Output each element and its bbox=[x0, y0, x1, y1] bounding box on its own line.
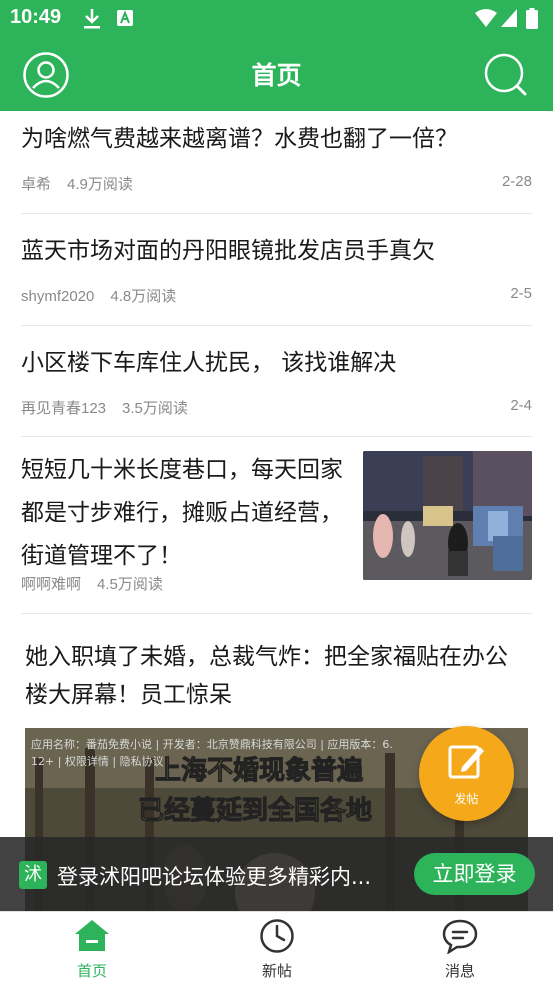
edit-icon bbox=[448, 743, 486, 787]
post-date: 2-28 bbox=[501, 173, 532, 190]
post-meta: 再见青春123 3.5万阅读 bbox=[21, 397, 188, 418]
signal-icon bbox=[500, 8, 518, 32]
post-author: 卓希 bbox=[21, 176, 52, 193]
post-reads: 4.8万阅读 bbox=[110, 288, 177, 305]
post-reads: 4.9万阅读 bbox=[67, 176, 133, 193]
home-icon bbox=[73, 920, 111, 958]
post-reads: 4.5万阅读 bbox=[97, 576, 163, 593]
post-author: shymf2020 bbox=[21, 288, 95, 305]
bottom-tab-bar: 首页 新帖 消息 bbox=[0, 911, 553, 984]
search-button[interactable] bbox=[481, 50, 531, 100]
tab-new-posts[interactable]: 新帖 bbox=[232, 918, 322, 981]
post-title: 蓝天市场对面的丹阳眼镜批发店员手真欠 bbox=[21, 238, 435, 264]
app-header: 首页 bbox=[0, 38, 553, 111]
search-icon bbox=[481, 53, 531, 104]
ad-overlay-text: 已经蔓延到全国各地 bbox=[137, 796, 373, 827]
post-author: 再见青春123 bbox=[21, 400, 107, 417]
feed-item[interactable]: 短短几十米长度巷口，每天回家都是寸步难行，摊贩占道经营，街道管理不了！ 啊啊难啊… bbox=[21, 437, 532, 614]
feed-item[interactable]: 小区楼下车库住人扰民， 该找谁解决 再见青春123 3.5万阅读 2-4 bbox=[21, 326, 532, 437]
post-author: 啊啊难啊 bbox=[21, 576, 82, 593]
ad-title: 她入职填了未婚，总裁气炸：把全家福贴在办公楼大屏幕！员工惊呆 bbox=[25, 644, 508, 708]
fab-label: 发帖 bbox=[454, 792, 479, 806]
forum-logo: 沭 bbox=[19, 861, 47, 889]
message-icon bbox=[441, 919, 479, 958]
status-bar: 10:49 bbox=[0, 0, 553, 38]
battery-icon bbox=[526, 8, 538, 34]
post-reads: 3.5万阅读 bbox=[122, 400, 188, 417]
clock-icon bbox=[258, 919, 296, 958]
post-meta: shymf2020 4.8万阅读 bbox=[21, 285, 176, 306]
post-fab-button[interactable]: 发帖 bbox=[419, 726, 514, 821]
tab-home[interactable]: 首页 bbox=[47, 918, 137, 981]
tab-label: 新帖 bbox=[261, 962, 292, 980]
feed-item[interactable]: 蓝天市场对面的丹阳眼镜批发店员手真欠 shymf2020 4.8万阅读 2-5 bbox=[21, 214, 532, 326]
login-prompt-bar: 沭 登录沭阳吧论坛体验更多精彩内... 立即登录 bbox=[0, 837, 553, 911]
tab-messages[interactable]: 消息 bbox=[415, 918, 505, 981]
status-time: 10:49 bbox=[10, 6, 62, 28]
feed-item[interactable]: 为啥燃气费越来越离谱？水费也翻了一倍？ 卓希 4.9万阅读 2-28 bbox=[21, 111, 532, 214]
post-title: 为啥燃气费越来越离谱？水费也翻了一倍？ bbox=[21, 126, 458, 152]
post-thumbnail bbox=[363, 451, 532, 580]
page-title: 首页 bbox=[251, 61, 302, 90]
login-prompt-text: 登录沭阳吧论坛体验更多精彩内... bbox=[57, 865, 372, 889]
post-meta: 卓希 4.9万阅读 bbox=[21, 173, 133, 194]
ad-info-line: 12+ | 权限详情 | 隐私协议 bbox=[31, 755, 164, 768]
login-button[interactable]: 立即登录 bbox=[414, 853, 535, 895]
post-date: 2-4 bbox=[510, 397, 532, 414]
tab-label: 首页 bbox=[76, 962, 107, 980]
ad-overlay-text: 上海不婚现象普遍 bbox=[154, 756, 364, 787]
tab-label: 消息 bbox=[444, 962, 475, 980]
post-date: 2-5 bbox=[510, 285, 532, 302]
wifi-icon bbox=[474, 8, 498, 32]
app-icon bbox=[116, 8, 134, 32]
post-title: 小区楼下车库住人扰民， 该找谁解决 bbox=[21, 350, 397, 376]
post-meta: 啊啊难啊 4.5万阅读 bbox=[21, 573, 163, 594]
post-title: 短短几十米长度巷口，每天回家都是寸步难行，摊贩占道经营，街道管理不了！ bbox=[21, 457, 343, 569]
download-icon bbox=[82, 8, 102, 34]
